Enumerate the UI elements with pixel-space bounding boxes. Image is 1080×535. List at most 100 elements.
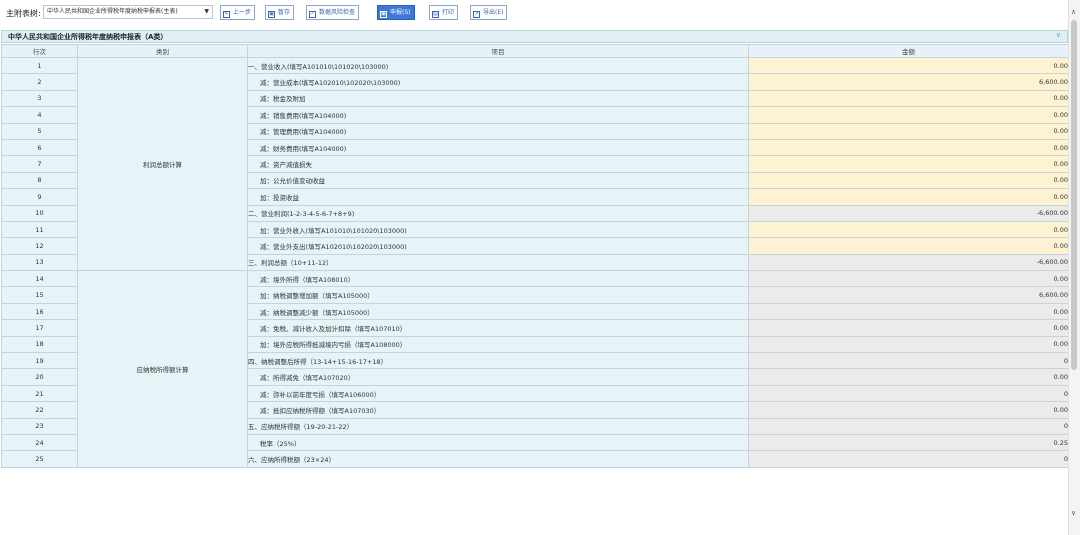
amount-input[interactable]: 0.00	[748, 237, 1069, 255]
toolbar-button-label: 申报(S)	[390, 9, 411, 16]
toolbar-button-3[interactable]: ▣ 申报(S)	[377, 5, 415, 20]
item-label: 加：投资收益	[247, 188, 749, 206]
amount-value: 0.00	[748, 319, 1069, 337]
item-label: 减：营业成本(填写A102010\102020\103000)	[247, 73, 749, 91]
form-select[interactable]: 中华人民共和国企业所得税年度纳税申报表(主表) ▼	[43, 5, 213, 19]
item-label: 减：所得减免（填写A107020）	[247, 368, 749, 386]
item-label: 一、营业收入(填写A101010\101020\103000)	[247, 56, 749, 75]
table-header-row: 行次 类别 项目 金额	[1, 44, 1069, 58]
item-label: 加：纳税调整增加额（填写A105000）	[247, 286, 749, 304]
form-tree-label: 主附表树:	[6, 9, 41, 18]
item-label: 六、应纳所得税额（23×24）	[247, 450, 749, 468]
item-label: 减：弥补以前年度亏损（填写A106000）	[247, 384, 749, 403]
row-number: 5	[1, 122, 78, 140]
item-label: 加：公允价值变动收益	[247, 171, 749, 190]
amount-input[interactable]: 0.00	[748, 138, 1069, 157]
table-row: 14 应纳税所得额计算 减：境外所得（填写A108010） 0.00	[1, 270, 1069, 468]
save-icon: ▣	[268, 11, 275, 18]
amount-value: 0	[748, 352, 1069, 370]
row-number: 1	[1, 56, 78, 75]
amount-value: 0.00	[748, 401, 1069, 419]
amount-value: -6,600.00	[748, 253, 1069, 272]
category-cell: 利润总额计算	[77, 56, 248, 272]
toolbar-button-label: 上一步	[233, 9, 252, 16]
amount-value: 0.25	[748, 433, 1069, 452]
item-label: 减：销售费用(填写A104000)	[247, 106, 749, 124]
row-number: 25	[1, 450, 78, 468]
amount-value: 0.00	[748, 270, 1069, 288]
item-label: 加：境外应税所得抵减境内亏损（填写A108000）	[247, 335, 749, 354]
row-number: 20	[1, 368, 78, 386]
row-number: 15	[1, 286, 78, 304]
toolbar-button-0[interactable]: ✎ 上一步	[220, 5, 256, 20]
amount-input[interactable]: 0.00	[748, 155, 1069, 173]
amount-input[interactable]: 0.00	[748, 122, 1069, 140]
item-label: 二、营业利润(1-2-3-4-5-6-7+8+9)	[247, 204, 749, 222]
item-label: 减：境外所得（填写A108010）	[247, 270, 749, 288]
amount-input[interactable]: 6,600.00	[748, 73, 1069, 91]
toolbar-button-1[interactable]: ▣ 暂存	[265, 5, 295, 20]
form-select-value: 中华人民共和国企业所得税年度纳税申报表(主表)	[47, 8, 178, 15]
amount-value: -6,600.00	[748, 204, 1069, 222]
amount-input[interactable]: 0.00	[748, 89, 1069, 108]
row-number: 10	[1, 204, 78, 222]
item-label: 减：财务费用(填写A104000)	[247, 138, 749, 157]
item-label: 四、纳税调整后所得（13-14+15-16-17+18）	[247, 352, 749, 370]
table-row: 1 利润总额计算 一、营业收入(填写A101010\101020\103000) 0.…	[1, 56, 1069, 272]
row-number: 21	[1, 384, 78, 403]
scroll-thumb[interactable]	[1071, 20, 1077, 370]
column-header-amount: 金额	[748, 44, 1069, 58]
toolbar-button-label: 数据风险检查	[319, 9, 356, 16]
toolbar-button-2[interactable]: ✓ 数据风险检查	[306, 5, 360, 20]
toolbar-button-4[interactable]: ▤ 打印	[429, 5, 459, 20]
amount-value: 0.00	[748, 335, 1069, 354]
row-number: 24	[1, 433, 78, 452]
amount-input[interactable]: 0.00	[748, 188, 1069, 206]
column-header-category: 类别	[77, 44, 248, 58]
item-label: 减：纳税调整减少额（填写A105000）	[247, 302, 749, 321]
row-number: 23	[1, 417, 78, 435]
check-icon: ✓	[309, 11, 316, 18]
row-number: 6	[1, 138, 78, 157]
amount-input[interactable]: 0.00	[748, 220, 1069, 239]
amount-input[interactable]: 0.00	[748, 171, 1069, 190]
toolbar-button-5[interactable]: ↗ 导出(E)	[470, 5, 508, 20]
item-label: 减：营业外支出(填写A102010\102020\103000)	[247, 237, 749, 255]
collapse-chevron-icon[interactable]: ∨	[1056, 31, 1061, 39]
amount-value: 0.00	[748, 302, 1069, 321]
row-number: 18	[1, 335, 78, 354]
toolbar-button-label: 暂存	[278, 9, 291, 16]
amount-value: 0	[748, 450, 1069, 468]
row-number: 9	[1, 188, 78, 206]
amount-input[interactable]: 0.00	[748, 106, 1069, 124]
item-label: 税率（25%）	[247, 433, 749, 452]
row-number: 17	[1, 319, 78, 337]
toolbar-button-label: 打印	[442, 9, 455, 16]
amount-input[interactable]: 0.00	[748, 56, 1069, 75]
amount-value: 0	[748, 384, 1069, 403]
row-number: 13	[1, 253, 78, 272]
edit-icon: ✎	[223, 11, 230, 18]
toolbar-button-label: 导出(E)	[483, 9, 504, 16]
vertical-scrollbar[interactable]: ∧ ∨	[1068, 0, 1080, 535]
column-header-item: 项目	[247, 44, 749, 58]
form-title-bar[interactable]: 中华人民共和国企业所得税年度纳税申报表（A类） ∨	[1, 30, 1068, 43]
row-number: 2	[1, 73, 78, 91]
tax-form-table: 行次 类别 项目 金额 1 利润总额计算 一、营业收入(填写A101010\1010…	[1, 44, 1069, 468]
amount-value: 0.00	[748, 368, 1069, 386]
export-icon: ↗	[473, 11, 480, 18]
item-label: 加：营业外收入(填写A101010\101020\103000)	[247, 220, 749, 239]
scroll-up-icon[interactable]: ∧	[1071, 8, 1076, 16]
toolbar: 主附表树: 中华人民共和国企业所得税年度纳税申报表(主表) ▼ ✎ 上一步 ▣ 暂存 ✓…	[0, 0, 1068, 26]
scroll-down-icon[interactable]: ∨	[1071, 509, 1076, 517]
column-header-row-no: 行次	[1, 44, 78, 58]
row-number: 4	[1, 106, 78, 124]
row-number: 19	[1, 352, 78, 370]
print-icon: ▤	[432, 11, 439, 18]
chevron-down-icon[interactable]: ▼	[204, 6, 209, 18]
item-label: 五、应纳税所得额（19-20-21-22）	[247, 417, 749, 435]
row-number: 16	[1, 302, 78, 321]
item-label: 减：资产减值损失	[247, 155, 749, 173]
row-number: 7	[1, 155, 78, 173]
item-label: 减：税金及附加	[247, 89, 749, 108]
